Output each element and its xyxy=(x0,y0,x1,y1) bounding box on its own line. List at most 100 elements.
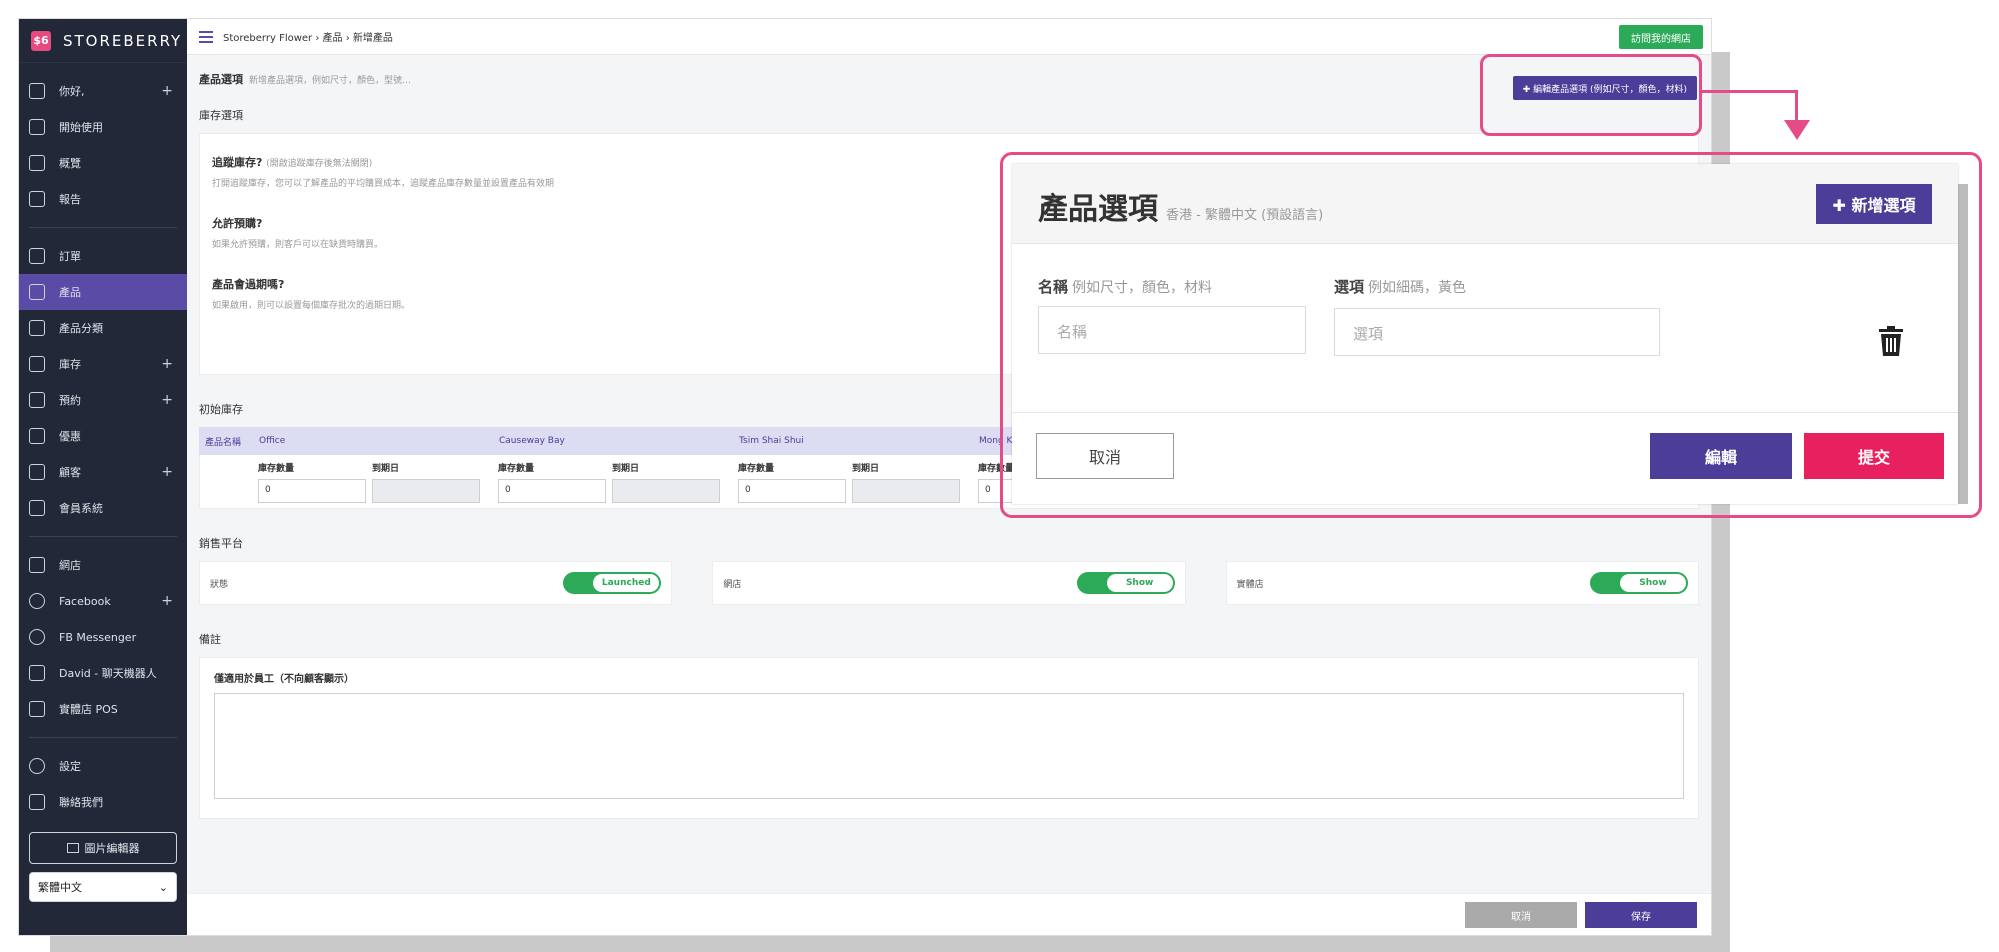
sidebar-item-label: 設定 xyxy=(59,760,81,773)
help-icon xyxy=(29,794,45,810)
sidebar-item-pos[interactable]: 實體店 POS xyxy=(19,691,187,727)
sidebar-item-contact[interactable]: 聯絡我們 xyxy=(19,784,187,820)
notes-textarea[interactable] xyxy=(214,693,1684,799)
sidebar-item-label: 報告 xyxy=(59,193,81,206)
cart-icon xyxy=(29,248,45,264)
sidebar-item-reports[interactable]: 報告 xyxy=(19,181,187,217)
location-tsim-sha-tsui: Tsim Shai Shui xyxy=(739,436,804,446)
sidebar-item-label: 概覽 xyxy=(59,157,81,170)
qty-input[interactable]: 0 xyxy=(498,479,606,503)
sidebar-item-facebook[interactable]: Facebook + xyxy=(19,583,187,619)
list-icon xyxy=(29,320,45,336)
qty-label: 庫存數量 xyxy=(258,464,295,474)
sidebar-item-overview[interactable]: 概覽 xyxy=(19,145,187,181)
expiry-label: 到期日 xyxy=(612,464,640,474)
sidebar-item-orders[interactable]: 訂單 xyxy=(19,238,187,274)
sidebar-item-customers[interactable]: 顧客 + xyxy=(19,454,187,490)
sidebar-item-membership[interactable]: 會員系統 xyxy=(19,490,187,526)
status-toggle[interactable]: Launched xyxy=(563,572,662,594)
brand[interactable]: $6 STOREBERRY xyxy=(19,19,187,63)
platform-status: 狀態 Launched xyxy=(199,561,673,605)
sidebar-item-label: Facebook xyxy=(59,594,111,608)
visit-store-button[interactable]: 訪問我的網店 xyxy=(1619,25,1703,49)
expiry-input[interactable] xyxy=(612,479,720,503)
sidebar-item-user[interactable]: 你好, + xyxy=(19,73,187,109)
expand-icon[interactable]: + xyxy=(161,356,173,372)
callout-arrow-line xyxy=(1702,90,1796,93)
expand-icon[interactable]: + xyxy=(161,464,173,480)
sidebar-item-label: 產品分類 xyxy=(59,322,103,335)
platform-label: 狀態 xyxy=(210,579,229,590)
expand-icon[interactable]: + xyxy=(161,593,173,609)
sidebar-item-chatbot[interactable]: David - 聊天機器人 xyxy=(19,655,187,691)
box-icon xyxy=(29,356,45,372)
save-button[interactable]: 保存 xyxy=(1585,902,1697,928)
platform-label: 實體店 xyxy=(1236,579,1264,590)
toggle-label: Show xyxy=(1106,574,1173,592)
sidebar-item-messenger[interactable]: FB Messenger xyxy=(19,619,187,655)
ticket-icon xyxy=(29,428,45,444)
option-title: 追蹤庫存? xyxy=(212,156,263,169)
qty-input[interactable]: 0 xyxy=(258,479,366,503)
product-name-header: 產品名稱 xyxy=(205,437,242,448)
sidebar-item-label: 開始使用 xyxy=(59,121,103,134)
location-office: Office xyxy=(259,436,286,446)
platform-online-store: 網店 Show xyxy=(712,561,1186,605)
toggle-label: Launched xyxy=(593,574,660,592)
sidebar-item-products[interactable]: 產品 xyxy=(19,274,187,310)
expand-icon[interactable]: + xyxy=(161,83,173,99)
notes-card: 僅適用於員工（不向顧客顯示） xyxy=(199,657,1699,819)
sidebar-divider xyxy=(29,737,177,738)
sidebar-divider xyxy=(29,536,177,537)
document-icon xyxy=(29,191,45,207)
sidebar-item-booking[interactable]: 預約 + xyxy=(19,382,187,418)
sidebar-item-store[interactable]: 網店 xyxy=(19,547,187,583)
cancel-button[interactable]: 取消 xyxy=(1465,902,1577,928)
sidebar-item-label: 網店 xyxy=(59,559,81,572)
menu-toggle-icon[interactable] xyxy=(199,30,213,43)
expand-icon[interactable]: + xyxy=(161,392,173,408)
section-title: 產品選項 xyxy=(199,73,243,86)
physical-store-toggle[interactable]: Show xyxy=(1589,572,1688,594)
brand-logo-icon: $6 xyxy=(31,30,51,51)
messenger-icon xyxy=(29,629,45,645)
brand-name: STOREBERRY xyxy=(63,31,183,50)
sales-platforms-title: 銷售平台 xyxy=(199,537,243,550)
highlight-box xyxy=(1480,54,1702,136)
sidebar-item-label: 預約 xyxy=(59,394,81,407)
flag-icon xyxy=(29,119,45,135)
sidebar: $6 STOREBERRY 你好, + 開始使用 概覽 報告 訂單 產品 產品分類… xyxy=(19,19,187,935)
qty-input[interactable]: 0 xyxy=(738,479,846,503)
language-select[interactable]: 繁體中文 ⌄ xyxy=(29,872,177,902)
image-icon xyxy=(66,843,79,853)
expiry-input[interactable] xyxy=(852,479,960,503)
option-title: 允許預購? xyxy=(212,217,263,230)
image-editor-label: 圖片編輯器 xyxy=(84,842,140,855)
breadcrumb[interactable]: Storeberry Flower › 產品 › 新增產品 xyxy=(223,29,393,44)
gear-icon xyxy=(29,758,45,774)
pos-icon xyxy=(29,701,45,717)
sidebar-divider xyxy=(29,227,177,228)
online-store-toggle[interactable]: Show xyxy=(1076,572,1175,594)
sidebar-item-label: FB Messenger xyxy=(59,630,137,644)
location-causeway-bay: Causeway Bay xyxy=(499,436,565,446)
sidebar-item-inventory[interactable]: 庫存 + xyxy=(19,346,187,382)
sidebar-item-label: 會員系統 xyxy=(59,502,103,515)
notes-title: 備註 xyxy=(199,633,221,646)
customer-icon xyxy=(29,464,45,480)
sidebar-item-getting-started[interactable]: 開始使用 xyxy=(19,109,187,145)
expiry-input[interactable] xyxy=(372,479,480,503)
store-icon xyxy=(29,557,45,573)
sidebar-item-discounts[interactable]: 優惠 xyxy=(19,418,187,454)
sidebar-item-label: 優惠 xyxy=(59,430,81,443)
sidebar-item-settings[interactable]: 設定 xyxy=(19,748,187,784)
modal-highlight-box xyxy=(1000,152,1982,518)
bot-icon xyxy=(29,665,45,681)
expiry-label: 到期日 xyxy=(372,464,400,474)
callout-arrow-line xyxy=(1795,90,1798,122)
arrow-down-icon xyxy=(1784,120,1810,140)
sidebar-item-categories[interactable]: 產品分類 xyxy=(19,310,187,346)
notes-label: 僅適用於員工（不向顧客顯示） xyxy=(214,674,354,685)
product-icon xyxy=(29,284,45,300)
image-editor-button[interactable]: 圖片編輯器 xyxy=(29,832,177,864)
